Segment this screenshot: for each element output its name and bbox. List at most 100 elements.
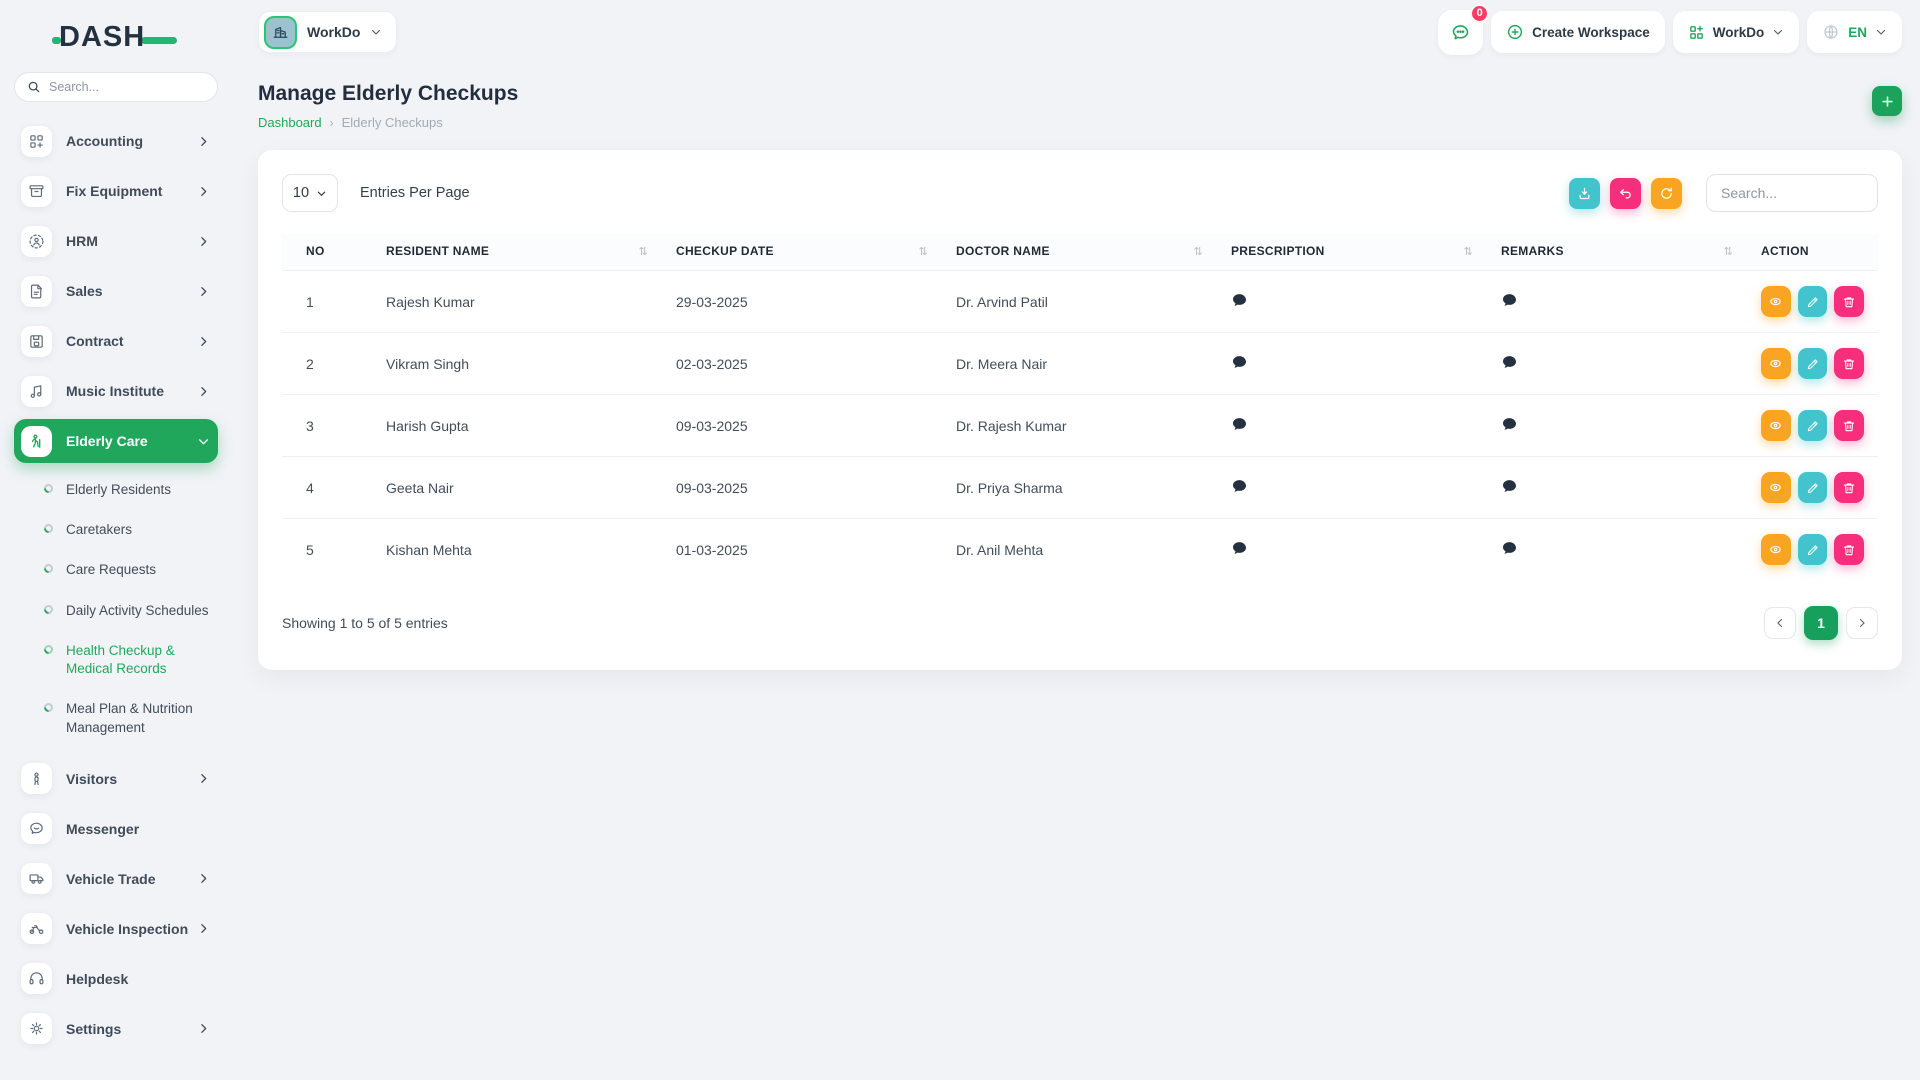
sort-icon[interactable]: ⇅: [918, 245, 928, 258]
sidebar-item-music-institute[interactable]: Music Institute: [14, 366, 218, 416]
submenu-item-meal-plan-nutrition[interactable]: Meal Plan & Nutrition Management: [44, 689, 218, 747]
table-row: 4 Geeta Nair 09-03-2025 Dr. Priya Sharma: [282, 457, 1878, 519]
table-search-input[interactable]: [1706, 174, 1878, 212]
sidebar-item-fix-equipment[interactable]: Fix Equipment: [14, 166, 218, 216]
export-button[interactable]: [1569, 178, 1600, 209]
eye-icon: [1768, 418, 1783, 433]
delete-button[interactable]: [1834, 534, 1864, 565]
pencil-icon: [1806, 295, 1820, 309]
column-header-checkup-date[interactable]: CHECKUP DATE⇅: [662, 234, 942, 271]
main-content: WorkDo 0 Create Workspace WorkDo EN: [232, 0, 1920, 1080]
sort-icon[interactable]: ⇅: [1463, 245, 1473, 258]
motorcycle-icon: [21, 913, 52, 944]
remarks-comment-icon[interactable]: [1501, 292, 1518, 309]
circle-plus-icon: [1506, 23, 1524, 41]
edit-button[interactable]: [1798, 410, 1828, 441]
undo-arrow-icon: [1618, 186, 1633, 201]
workspace-menu-button[interactable]: WorkDo: [1673, 11, 1800, 53]
sidebar-item-label: Settings: [66, 1021, 197, 1037]
checkups-card: 10 Entries Per Page: [258, 150, 1902, 670]
search-input[interactable]: [49, 80, 205, 94]
sidebar-item-settings[interactable]: Settings: [14, 1004, 218, 1054]
chevron-down-icon: [197, 435, 210, 448]
prescription-comment-icon[interactable]: [1231, 478, 1248, 495]
cell-resident-name: Harish Gupta: [372, 395, 662, 457]
submenu-item-care-requests[interactable]: Care Requests: [44, 550, 218, 590]
eye-icon: [1768, 356, 1783, 371]
elderly-person-icon: [21, 426, 52, 457]
submenu-item-health-checkup-medical-records[interactable]: Health Checkup & Medical Records: [44, 631, 218, 689]
add-checkup-button[interactable]: [1872, 86, 1902, 116]
app-logo[interactable]: DASH: [14, 18, 218, 56]
view-button[interactable]: [1761, 534, 1791, 565]
breadcrumb-dashboard-link[interactable]: Dashboard: [258, 115, 322, 130]
edit-button[interactable]: [1798, 286, 1828, 317]
sidebar-item-label: HRM: [66, 233, 197, 249]
undo-button[interactable]: [1610, 178, 1641, 209]
submenu-item-label: Health Checkup & Medical Records: [66, 642, 218, 678]
sort-icon[interactable]: ⇅: [1193, 245, 1203, 258]
sidebar-item-contract[interactable]: Contract: [14, 316, 218, 366]
grid-plus-icon: [1688, 24, 1705, 41]
submenu-item-label: Elderly Residents: [66, 481, 171, 499]
remarks-comment-icon[interactable]: [1501, 354, 1518, 371]
submenu-item-elderly-residents[interactable]: Elderly Residents: [44, 470, 218, 510]
remarks-comment-icon[interactable]: [1501, 478, 1518, 495]
sidebar-item-helpdesk[interactable]: Helpdesk: [14, 954, 218, 1004]
row-actions: [1761, 410, 1864, 441]
sidebar-search[interactable]: [14, 72, 218, 102]
sidebar-item-accounting[interactable]: Accounting: [14, 116, 218, 166]
remarks-comment-icon[interactable]: [1501, 540, 1518, 557]
language-selector[interactable]: EN: [1807, 11, 1902, 53]
contract-icon: [21, 326, 52, 357]
remarks-comment-icon[interactable]: [1501, 416, 1518, 433]
column-header-prescription[interactable]: PRESCRIPTION⇅: [1217, 234, 1487, 271]
view-button[interactable]: [1761, 286, 1791, 317]
prescription-comment-icon[interactable]: [1231, 292, 1248, 309]
sidebar-item-vehicle-trade[interactable]: Vehicle Trade: [14, 854, 218, 904]
delete-button[interactable]: [1834, 348, 1864, 379]
submenu-item-caretakers[interactable]: Caretakers: [44, 510, 218, 550]
breadcrumb-separator-icon: ›: [330, 116, 334, 130]
page-header: Manage Elderly Checkups Dashboard › Elde…: [258, 82, 1902, 130]
table-row: 5 Kishan Mehta 01-03-2025 Dr. Anil Mehta: [282, 519, 1878, 581]
next-page-button[interactable]: [1846, 607, 1878, 639]
delete-button[interactable]: [1834, 286, 1864, 317]
column-header-doctor-name[interactable]: DOCTOR NAME⇅: [942, 234, 1217, 271]
edit-button[interactable]: [1798, 534, 1828, 565]
sidebar-item-vehicle-inspection[interactable]: Vehicle Inspection: [14, 904, 218, 954]
page-1-button[interactable]: 1: [1804, 606, 1838, 640]
refresh-button[interactable]: [1651, 178, 1682, 209]
workspace-name: WorkDo: [307, 24, 360, 40]
messages-button[interactable]: 0: [1438, 10, 1483, 55]
view-button[interactable]: [1761, 410, 1791, 441]
column-header-remarks[interactable]: REMARKS⇅: [1487, 234, 1747, 271]
create-workspace-label: Create Workspace: [1532, 25, 1650, 40]
sort-icon[interactable]: ⇅: [638, 245, 648, 258]
sidebar-item-hrm[interactable]: HRM: [14, 216, 218, 266]
sidebar-item-messenger[interactable]: Messenger: [14, 804, 218, 854]
chat-bubble-icon: [1450, 22, 1471, 43]
sort-icon[interactable]: ⇅: [1723, 245, 1733, 258]
entries-per-page-label: Entries Per Page: [360, 185, 470, 201]
workspace-switcher[interactable]: WorkDo: [258, 11, 397, 53]
prescription-comment-icon[interactable]: [1231, 354, 1248, 371]
view-button[interactable]: [1761, 348, 1791, 379]
previous-page-button[interactable]: [1764, 607, 1796, 639]
entries-per-page-select[interactable]: 10: [282, 174, 338, 212]
view-button[interactable]: [1761, 472, 1791, 503]
delete-button[interactable]: [1834, 472, 1864, 503]
submenu-item-daily-activity-schedules[interactable]: Daily Activity Schedules: [44, 591, 218, 631]
sidebar-item-visitors[interactable]: Visitors: [14, 754, 218, 804]
sidebar-item-sales[interactable]: Sales: [14, 266, 218, 316]
delete-button[interactable]: [1834, 410, 1864, 441]
edit-button[interactable]: [1798, 348, 1828, 379]
prescription-comment-icon[interactable]: [1231, 540, 1248, 557]
create-workspace-button[interactable]: Create Workspace: [1491, 11, 1665, 53]
prescription-comment-icon[interactable]: [1231, 416, 1248, 433]
pencil-icon: [1806, 481, 1820, 495]
chevron-right-icon: [197, 385, 210, 398]
sidebar-item-elderly-care[interactable]: Elderly Care: [14, 419, 218, 463]
edit-button[interactable]: [1798, 472, 1828, 503]
column-header-resident-name[interactable]: RESIDENT NAME⇅: [372, 234, 662, 271]
